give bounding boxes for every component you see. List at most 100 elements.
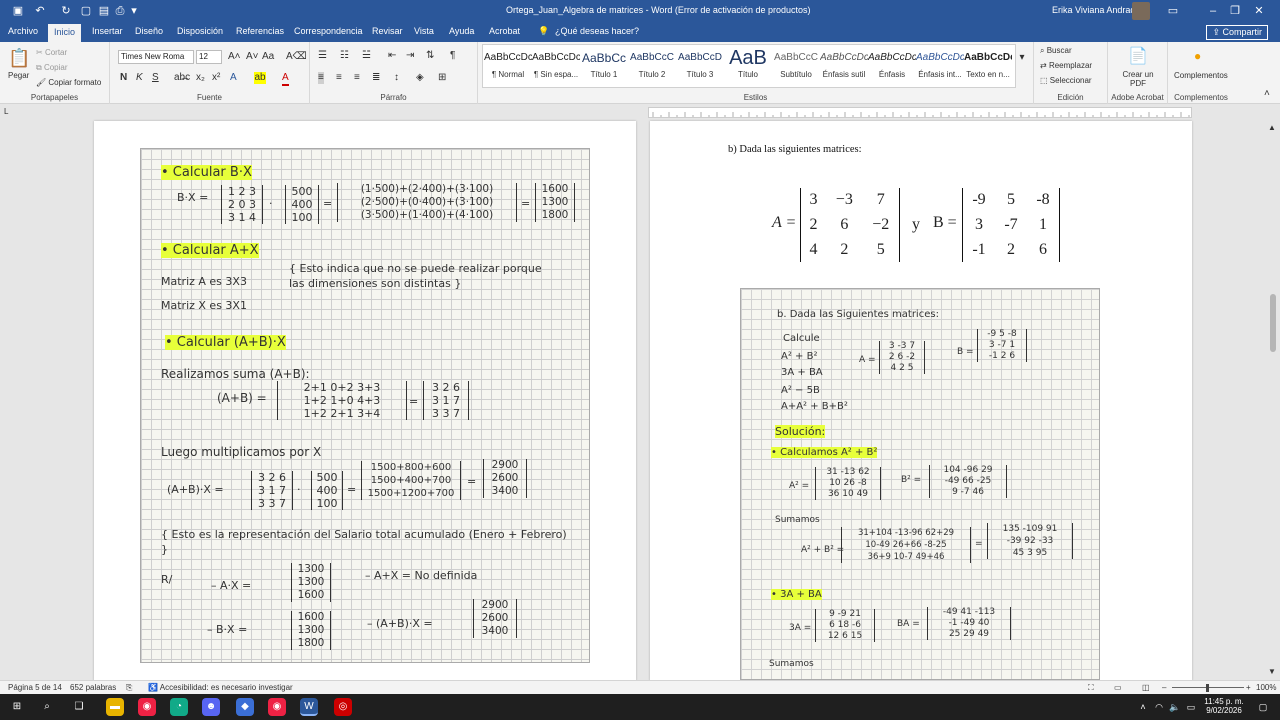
word-count[interactable]: 652 palabras <box>70 683 116 692</box>
tab-vista[interactable]: Vista <box>414 26 434 36</box>
zoom-slider-thumb[interactable] <box>1206 684 1209 692</box>
app-icon[interactable]: ◆ <box>236 698 254 716</box>
text-effects-icon[interactable]: A <box>230 72 237 84</box>
styles-more-icon[interactable]: ▾ <box>1016 52 1028 64</box>
style-strong[interactable]: AaBbCcDc Texto en n... <box>964 46 1012 88</box>
bullets-icon[interactable]: ☰ <box>318 50 327 62</box>
page-icon[interactable]: ▤ <box>96 3 112 19</box>
proofing-icon[interactable]: ⎘ <box>126 683 132 693</box>
underline-button[interactable]: S <box>152 72 159 84</box>
handwritten-notes-image-2[interactable]: b. Dada las Siguientes matrices: Calcule… <box>740 288 1100 680</box>
style-emphasis[interactable]: AaBbCcDc Énfasis <box>868 46 916 88</box>
shrink-font-icon[interactable]: A˅ <box>246 51 259 63</box>
page-count[interactable]: Página 5 de 14 <box>8 683 62 692</box>
create-pdf-button[interactable]: Crear un PDF <box>1116 70 1160 88</box>
tab-archivo[interactable]: Archivo <box>8 26 38 36</box>
horizontal-ruler[interactable] <box>648 107 1192 118</box>
justify-icon[interactable]: ≣ <box>372 72 380 84</box>
redo-icon[interactable]: ↻ <box>58 3 74 19</box>
increase-indent-icon[interactable]: ⇥ <box>406 50 414 62</box>
style-no-spacing[interactable]: AaBbCcDc ¶ Sin espa... <box>532 46 580 88</box>
font-family-select[interactable]: Times New Roma <box>118 50 194 64</box>
word-icon[interactable]: W <box>300 698 318 716</box>
share-button[interactable]: ⇪ Compartir <box>1206 25 1268 40</box>
paste-icon[interactable]: 📋 <box>8 48 30 68</box>
pdf-icon[interactable]: 📄 <box>1128 48 1148 66</box>
grow-font-icon[interactable]: A˄ <box>228 51 241 63</box>
task-view-icon[interactable]: ❑ <box>70 698 88 716</box>
change-case-icon[interactable]: Aa <box>262 51 274 63</box>
style-heading1[interactable]: AaBbCc Título 1 <box>580 46 628 88</box>
tab-referencias[interactable]: Referencias <box>236 26 284 36</box>
style-subtitle[interactable]: AaBbCcC Subtítulo <box>772 46 820 88</box>
scroll-down-icon[interactable]: ▼ <box>1268 666 1276 678</box>
undo-icon[interactable]: ↶ <box>32 3 48 19</box>
addins-icon[interactable]: ● <box>1194 50 1201 62</box>
font-color-icon[interactable]: A <box>282 72 289 86</box>
tab-diseno[interactable]: Diseño <box>135 26 163 36</box>
clear-format-icon[interactable]: A⌫ <box>286 51 307 63</box>
style-normal[interactable]: AaBbCcDc ¶ Normal <box>484 46 532 88</box>
close-icon[interactable]: ✕ <box>1236 0 1280 22</box>
customize-qa-icon[interactable]: ▾ <box>126 3 142 19</box>
new-doc-icon[interactable]: ▢ <box>78 3 94 19</box>
superscript-icon[interactable]: x² <box>212 72 220 84</box>
style-heading3[interactable]: AaBbCcD Título 3 <box>676 46 724 88</box>
tab-revisar[interactable]: Revisar <box>372 26 403 36</box>
highlight-icon[interactable]: ab <box>254 72 266 84</box>
notification-icon[interactable]: ▢ <box>1254 698 1272 716</box>
style-subtle-emphasis[interactable]: AaBbCcDc Énfasis sutil <box>820 46 868 88</box>
read-mode-icon[interactable]: ▭ <box>1114 683 1122 692</box>
discord-icon[interactable]: ☻ <box>202 698 220 716</box>
replace-button[interactable]: ⇄ Reemplazar <box>1040 61 1092 70</box>
subscript-icon[interactable]: x₂ <box>196 72 205 84</box>
borders-icon[interactable]: ⊞ <box>438 72 446 84</box>
cut-button[interactable]: ✂ Cortar <box>36 48 67 57</box>
shading-icon[interactable]: ◈ <box>416 72 424 84</box>
align-center-icon[interactable]: ≡ <box>336 72 342 84</box>
save-icon[interactable]: ▣ <box>10 3 26 19</box>
avatar[interactable] <box>1132 2 1150 20</box>
battery-icon[interactable]: ▭ <box>1182 698 1200 716</box>
select-button[interactable]: ⬚ Seleccionar <box>1040 76 1092 85</box>
multilevel-list-icon[interactable]: ☱ <box>362 50 371 62</box>
zoom-out-icon[interactable]: – <box>1162 683 1166 692</box>
pilcrow-icon[interactable]: ¶ <box>450 50 455 62</box>
web-layout-icon[interactable]: ◫ <box>1142 683 1150 692</box>
scroll-thumb[interactable] <box>1270 294 1276 352</box>
copy-button[interactable]: ⧉ Copiar <box>36 63 68 73</box>
addins-button[interactable]: Complementos <box>1174 71 1228 80</box>
zoom-level[interactable]: 100% <box>1256 683 1276 692</box>
tab-insertar[interactable]: Insertar <box>92 26 123 36</box>
tell-me-search[interactable]: ¿Qué deseas hacer? <box>555 26 639 36</box>
strikethrough-icon[interactable]: ab̶c <box>174 72 190 84</box>
tab-inicio[interactable]: Inicio <box>48 24 82 42</box>
handwritten-notes-image-1[interactable]: • Calcular B·X B·X = 1 2 32 0 33 1 4 · 5… <box>140 148 590 663</box>
file-explorer-icon[interactable]: ▬ <box>106 698 124 716</box>
tab-ayuda[interactable]: Ayuda <box>449 26 474 36</box>
focus-mode-icon[interactable]: ⛶ <box>1088 683 1094 693</box>
zoom-in-icon[interactable]: + <box>1246 683 1251 692</box>
sort-icon[interactable]: ⇅ <box>426 50 434 62</box>
tab-correspondencia[interactable]: Correspondencia <box>294 26 363 36</box>
format-painter-button[interactable]: 🖌 Copiar formato <box>36 78 101 87</box>
clock[interactable]: 11:45 p. m. 9/02/2026 <box>1202 697 1246 715</box>
style-heading2[interactable]: AaBbCcC Título 2 <box>628 46 676 88</box>
bold-button[interactable]: N <box>120 72 127 84</box>
font-size-select[interactable]: 12 <box>196 50 222 64</box>
recorder-icon[interactable]: ◎ <box>334 698 352 716</box>
paste-button[interactable]: Pegar <box>8 71 29 80</box>
vertical-scrollbar[interactable]: ▲ ▼ <box>1266 120 1280 680</box>
line-spacing-icon[interactable]: ↕ <box>394 72 399 84</box>
search-icon[interactable]: ⌕ <box>38 698 56 716</box>
style-intense-emphasis[interactable]: AaBbCcDc Énfasis int... <box>916 46 964 88</box>
chrome-profile-icon[interactable]: ◉ <box>268 698 286 716</box>
tab-selector-icon[interactable]: L <box>4 106 8 118</box>
windows-start-icon[interactable]: ⊞ <box>8 698 26 716</box>
collapse-ribbon-icon[interactable]: ˄ <box>1264 88 1270 100</box>
numbering-icon[interactable]: ☷ <box>340 50 349 62</box>
chrome-icon[interactable]: ◉ <box>138 698 156 716</box>
find-button[interactable]: ⌕ Buscar <box>1040 46 1072 56</box>
tab-disposicion[interactable]: Disposición <box>177 26 223 36</box>
align-right-icon[interactable]: ≡ <box>354 72 360 84</box>
